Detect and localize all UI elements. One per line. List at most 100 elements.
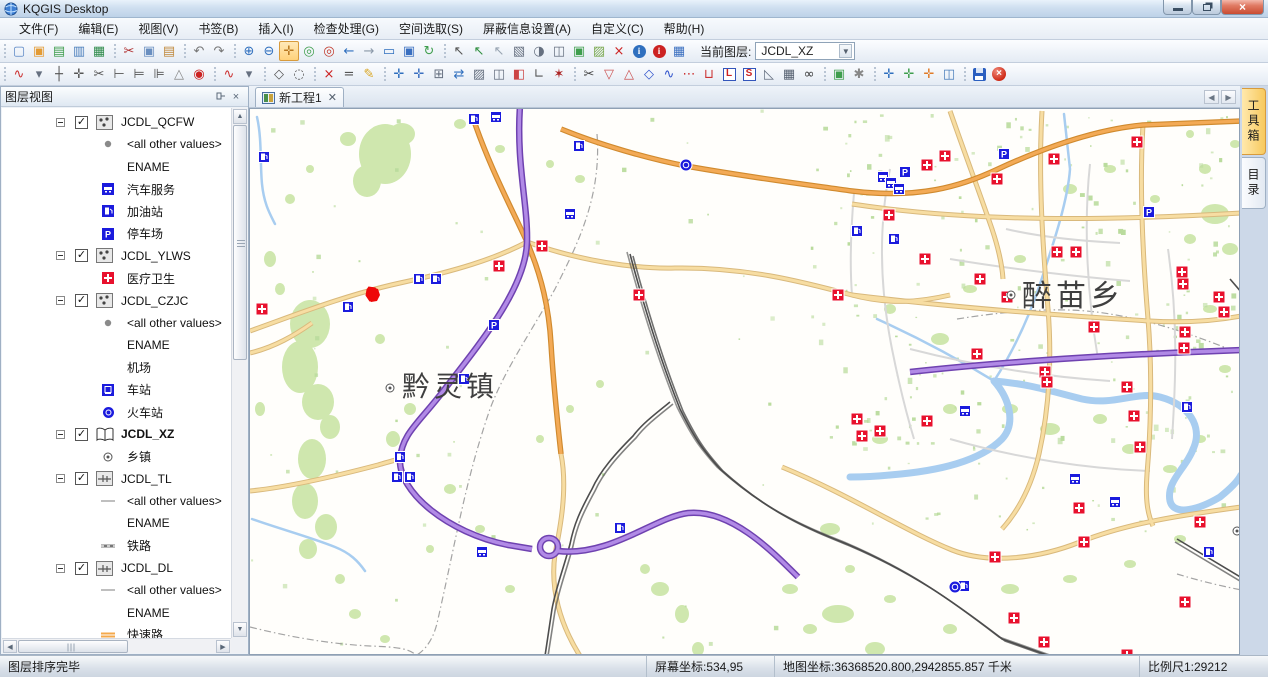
find-binoculars-button[interactable]: ∞: [799, 64, 819, 84]
gas-station-marker[interactable]: [468, 113, 480, 125]
undo-button[interactable]: ↶: [189, 41, 209, 61]
view-settings-button[interactable]: ▣: [399, 41, 419, 61]
gas-station-marker[interactable]: [1203, 546, 1215, 558]
menu-item-2[interactable]: 编辑(E): [69, 18, 127, 39]
car-service-marker[interactable]: [959, 405, 971, 417]
train-station-marker[interactable]: [679, 158, 693, 172]
restore-button[interactable]: [1192, 0, 1221, 15]
menu-item-10[interactable]: 帮助(H): [655, 18, 714, 39]
layer-row-JCDL_DL[interactable]: ✓JCDL_DL: [2, 557, 231, 579]
hospital-marker[interactable]: [921, 415, 934, 428]
legend-row[interactable]: 车站: [2, 379, 231, 401]
split-vertex-button[interactable]: ┼: [49, 64, 69, 84]
gas-station-marker[interactable]: [1181, 401, 1193, 413]
record-feature-button[interactable]: ◉: [189, 64, 209, 84]
legend-row[interactable]: <all other values>: [2, 312, 231, 334]
hospital-marker[interactable]: [939, 150, 952, 163]
hospital-marker[interactable]: [1070, 246, 1083, 259]
town-marker[interactable]: [385, 383, 396, 394]
identify-advanced-icon[interactable]: i: [649, 41, 669, 61]
parking-marker[interactable]: P: [899, 166, 911, 178]
select-circle-button[interactable]: ◑: [529, 41, 549, 61]
hospital-marker[interactable]: [1051, 246, 1064, 259]
settings-gear-button[interactable]: ✱: [849, 64, 869, 84]
select-window-button[interactable]: ◫: [549, 41, 569, 61]
red-rect-tool-button[interactable]: ◧: [509, 64, 529, 84]
gas-station-marker[interactable]: [573, 140, 585, 152]
identify-icon[interactable]: i: [629, 41, 649, 61]
export-image-button[interactable]: ▣: [829, 64, 849, 84]
layer-row-JCDL_CZJC[interactable]: ✓JCDL_CZJC: [2, 289, 231, 311]
topology-edit-button[interactable]: ⊞: [429, 64, 449, 84]
car-service-marker[interactable]: [893, 183, 905, 195]
vertex-insert-1-button[interactable]: ⊨: [129, 64, 149, 84]
selected-feature-marker[interactable]: [365, 286, 380, 303]
split-feature-button[interactable]: ✂: [579, 64, 599, 84]
gas-station-marker[interactable]: [413, 273, 425, 285]
map-canvas[interactable]: PPPP 黔灵镇醉苗乡: [249, 108, 1240, 655]
hospital-marker[interactable]: [971, 348, 984, 361]
collapse-icon[interactable]: [56, 430, 65, 439]
hospital-marker[interactable]: [1178, 342, 1191, 355]
select-feature-button[interactable]: ↖: [469, 41, 489, 61]
menu-item-3[interactable]: 视图(V): [129, 18, 187, 39]
measure-segments-button[interactable]: ⋯: [679, 64, 699, 84]
explode-feature-button[interactable]: ✶: [549, 64, 569, 84]
gas-station-marker[interactable]: [258, 151, 270, 163]
legend-row[interactable]: 快速路: [2, 624, 231, 638]
hospital-marker[interactable]: [1213, 291, 1226, 304]
car-service-marker[interactable]: [490, 111, 502, 123]
hospital-marker[interactable]: [974, 273, 987, 286]
schedule-tool-button[interactable]: ▦: [779, 64, 799, 84]
hospital-marker[interactable]: [1179, 596, 1192, 609]
hospital-marker[interactable]: [1179, 326, 1192, 339]
legend-row[interactable]: 汽车服务: [2, 178, 231, 200]
legend-row[interactable]: ENAME: [2, 602, 231, 624]
move-feature-button[interactable]: ✛: [69, 64, 89, 84]
zoom-out-button[interactable]: ⊖: [259, 41, 279, 61]
hospital-marker[interactable]: [1177, 278, 1190, 291]
hospital-marker[interactable]: [493, 260, 506, 273]
open-project-button[interactable]: ▣: [29, 41, 49, 61]
town-marker[interactable]: [1006, 290, 1017, 301]
export-excel-button[interactable]: ▦: [89, 41, 109, 61]
hospital-marker[interactable]: [874, 425, 887, 438]
tree-vertical-scrollbar[interactable]: ▲ ▼: [231, 108, 247, 638]
layer-row-JCDL_QCFW[interactable]: ✓JCDL_QCFW: [2, 111, 231, 133]
cut-button[interactable]: ✂: [119, 41, 139, 61]
scroll-right-icon[interactable]: ▶: [216, 640, 230, 653]
snap-edit-vertex-button[interactable]: ✛: [899, 64, 919, 84]
scroll-left-icon[interactable]: ◀: [3, 640, 17, 653]
hospital-marker[interactable]: [991, 173, 1004, 186]
hospital-marker[interactable]: [832, 289, 845, 302]
layer-row-JCDL_XZ[interactable]: ✓JCDL_XZ: [2, 423, 231, 445]
zoom-in-button[interactable]: ⊕: [239, 41, 259, 61]
legend-row[interactable]: ENAME: [2, 156, 231, 178]
layer-visibility-checkbox[interactable]: ✓: [75, 116, 88, 129]
gas-station-marker[interactable]: [404, 471, 416, 483]
hospital-marker[interactable]: [1038, 636, 1051, 649]
merge-up-button[interactable]: △: [619, 64, 639, 84]
save-database-button[interactable]: ▥: [69, 41, 89, 61]
collapse-icon[interactable]: [56, 474, 65, 483]
legend-row[interactable]: 加油站: [2, 200, 231, 222]
car-service-marker[interactable]: [564, 208, 576, 220]
gas-station-marker[interactable]: [394, 451, 406, 463]
snap-edit-point-button[interactable]: ✛: [879, 64, 899, 84]
hospital-marker[interactable]: [1131, 136, 1144, 149]
dock-tab-toolbox[interactable]: 工具箱: [1242, 88, 1266, 155]
hospital-marker[interactable]: [1008, 612, 1021, 625]
two-pane-button[interactable]: ◫: [489, 64, 509, 84]
pan-button[interactable]: ✛: [279, 41, 299, 61]
horizontal-scroll-thumb[interactable]: [18, 640, 128, 653]
document-tab[interactable]: 新工程1 ✕: [255, 87, 344, 107]
select-hatch-button[interactable]: ▨: [589, 41, 609, 61]
vertex-insert-0-button[interactable]: ⊢: [109, 64, 129, 84]
close-button[interactable]: ×: [1221, 0, 1264, 15]
copy-button[interactable]: ▣: [139, 41, 159, 61]
legend-row[interactable]: 火车站: [2, 401, 231, 423]
flip-feature-button[interactable]: ⇄: [449, 64, 469, 84]
hospital-marker[interactable]: [856, 430, 869, 443]
train-station-marker[interactable]: [948, 580, 962, 594]
attribute-table-button[interactable]: ▦: [669, 41, 689, 61]
